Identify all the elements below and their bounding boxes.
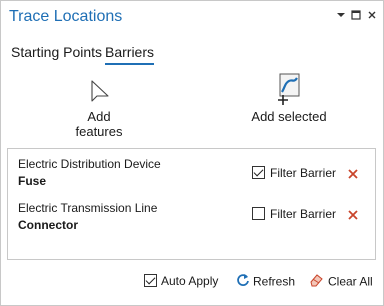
- add-features-label-line1: Add: [87, 109, 111, 124]
- remove-x-icon[interactable]: [347, 208, 361, 222]
- remove-x-icon[interactable]: [347, 167, 361, 181]
- tab-starting-points[interactable]: Starting Points: [11, 44, 102, 63]
- filter-barrier-label: Filter Barrier: [270, 166, 337, 180]
- barrier-feature-name: Fuse: [18, 174, 47, 188]
- refresh-button[interactable]: Refresh: [236, 273, 295, 290]
- add-features-button[interactable]: Add features: [65, 79, 133, 139]
- close-icon[interactable]: [365, 9, 379, 23]
- dropdown-caret-icon[interactable]: [334, 9, 348, 23]
- trace-locations-pane: Trace Locations Starting Points Barriers…: [0, 0, 384, 306]
- barrier-list: Electric Distribution Device Fuse Filter…: [7, 148, 376, 260]
- add-selected-button[interactable]: Add selected: [247, 73, 331, 124]
- clear-all-label: Clear All: [328, 274, 373, 289]
- auto-apply-toggle[interactable]: Auto Apply: [144, 273, 218, 288]
- filter-barrier-checkbox[interactable]: [252, 166, 265, 179]
- auto-apply-label: Auto Apply: [161, 273, 219, 288]
- tab-barriers[interactable]: Barriers: [105, 44, 155, 65]
- clear-all-button[interactable]: Clear All: [309, 273, 373, 290]
- refresh-icon: [236, 273, 250, 290]
- restore-window-icon[interactable]: [349, 9, 363, 23]
- add-features-label-line2: features: [75, 124, 123, 139]
- pane-title: Trace Locations: [9, 8, 123, 25]
- filter-barrier-checkbox[interactable]: [252, 207, 265, 220]
- barrier-row[interactable]: Electric Distribution Device Fuse Filter…: [8, 157, 375, 201]
- auto-apply-checkbox[interactable]: [144, 274, 157, 288]
- barrier-layer-name: Electric Transmission Line: [18, 201, 158, 215]
- barrier-layer-name: Electric Distribution Device: [18, 157, 161, 171]
- eraser-icon: [309, 273, 324, 290]
- pointer-arrow-icon: [65, 79, 133, 109]
- pane-title-bar: Trace Locations: [1, 1, 383, 35]
- add-selected-label: Add selected: [251, 109, 327, 124]
- barrier-feature-name: Connector: [18, 218, 78, 232]
- barrier-row[interactable]: Electric Transmission Line Connector Fil…: [8, 201, 375, 245]
- filter-barrier-label: Filter Barrier: [270, 207, 337, 221]
- add-selected-map-icon: [247, 73, 331, 109]
- refresh-label: Refresh: [253, 274, 296, 289]
